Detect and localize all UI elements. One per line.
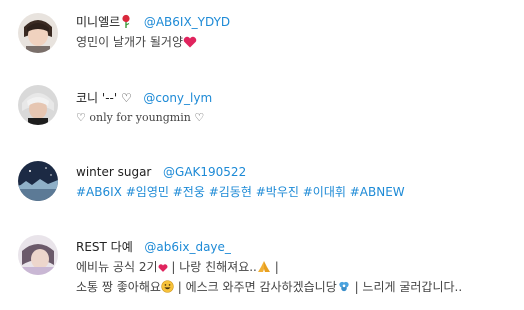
display-name[interactable]: 미니엘르	[76, 15, 120, 29]
hashtag[interactable]: #ABNEW	[350, 185, 405, 199]
user-row-1[interactable]: 미니엘르 @AB6IX_YDYD 영민이 날개가 될거양	[0, 0, 524, 75]
user-bio: 소통 짱 좋아해요	[76, 280, 161, 294]
hashtag[interactable]: #박우진	[256, 185, 299, 199]
hashtag-list: #AB6IX #임영민 #전웅 #김동현 #박우진 #이대휘 #ABNEW	[76, 182, 518, 202]
avatar[interactable]	[18, 235, 58, 275]
user-bio: | 나랑 친해져요..	[167, 260, 257, 274]
user-handle[interactable]: @ab6ix_daye_	[144, 240, 231, 254]
heart-small-icon	[158, 259, 168, 277]
user-bio: ♡ only for youngmin ♡	[76, 111, 205, 124]
praying-hands-icon	[257, 259, 271, 277]
avatar[interactable]	[18, 85, 58, 125]
hashtag[interactable]: #임영민	[126, 185, 169, 199]
hashtag[interactable]: #김동현	[209, 185, 252, 199]
flower-icon	[337, 279, 351, 297]
display-name[interactable]: winter sugar	[76, 165, 151, 179]
display-name[interactable]: REST 다예	[76, 240, 133, 254]
user-bio: | 에스크 와주면 감사하겠습니당	[173, 280, 337, 294]
hashtag[interactable]: #전웅	[173, 185, 205, 199]
user-handle[interactable]: @GAK190522	[163, 165, 246, 179]
user-row-4[interactable]: REST 다예 @ab6ix_daye_ 에비뉴 공식 2기 | 나랑 친해져요…	[0, 230, 524, 310]
user-row-2[interactable]: 코니 '--' ♡ @cony_lym ♡ only for youngmin …	[0, 75, 524, 150]
display-name[interactable]: 코니 '--' ♡	[76, 91, 132, 105]
avatar[interactable]	[18, 161, 58, 201]
user-handle[interactable]: @cony_lym	[143, 91, 212, 105]
avatar[interactable]	[18, 13, 58, 53]
rose-icon	[120, 14, 132, 32]
hashtag[interactable]: #AB6IX	[76, 185, 122, 199]
user-row-3[interactable]: winter sugar @GAK190522 #AB6IX #임영민 #전웅 …	[0, 150, 524, 230]
user-bio: |	[270, 260, 279, 274]
hashtag[interactable]: #이대휘	[303, 185, 346, 199]
user-bio: 에비뉴 공식 2기	[76, 260, 158, 274]
user-bio: 영민이 날개가 될거양	[76, 35, 183, 49]
user-bio: | 느리게 굴러갑니다..	[350, 280, 463, 294]
user-handle[interactable]: @AB6IX_YDYD	[144, 15, 230, 29]
grinning-face-icon	[161, 279, 174, 297]
heart-icon	[183, 34, 197, 52]
